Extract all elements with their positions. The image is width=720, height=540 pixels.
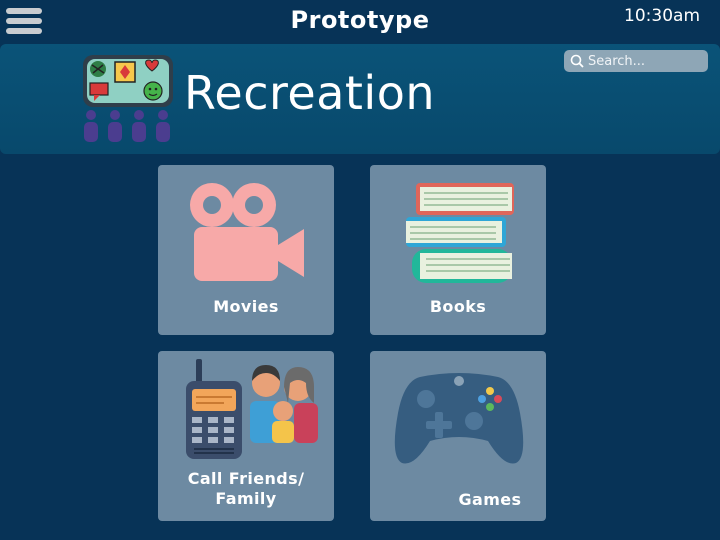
tile-games[interactable]: Games (370, 351, 546, 521)
search-input[interactable] (588, 51, 700, 71)
search-icon (570, 54, 584, 68)
category-banner: Recreation (0, 44, 720, 154)
tile-label: Books (429, 297, 487, 316)
tile-label: Movies (213, 297, 279, 316)
tile-call-friends-family[interactable]: Call Friends/ Family (158, 351, 334, 521)
tile-books[interactable]: Books (370, 165, 546, 335)
game-controller-icon (394, 373, 524, 464)
tile-movies[interactable]: Movies (158, 165, 334, 335)
search-box[interactable] (564, 50, 708, 72)
page-title: Recreation (184, 66, 435, 120)
top-bar: Prototype 10:30am (0, 0, 720, 44)
tile-label: Games (458, 490, 522, 509)
books-stack-icon (406, 183, 514, 283)
tile-label: Call Friends/ Family (187, 469, 305, 508)
walkie-talkie-family-icon (186, 359, 318, 459)
clock: 10:30am (624, 6, 700, 26)
app-title: Prototype (290, 6, 430, 34)
movie-camera-icon (190, 183, 304, 281)
recreation-board-icon (83, 55, 173, 142)
